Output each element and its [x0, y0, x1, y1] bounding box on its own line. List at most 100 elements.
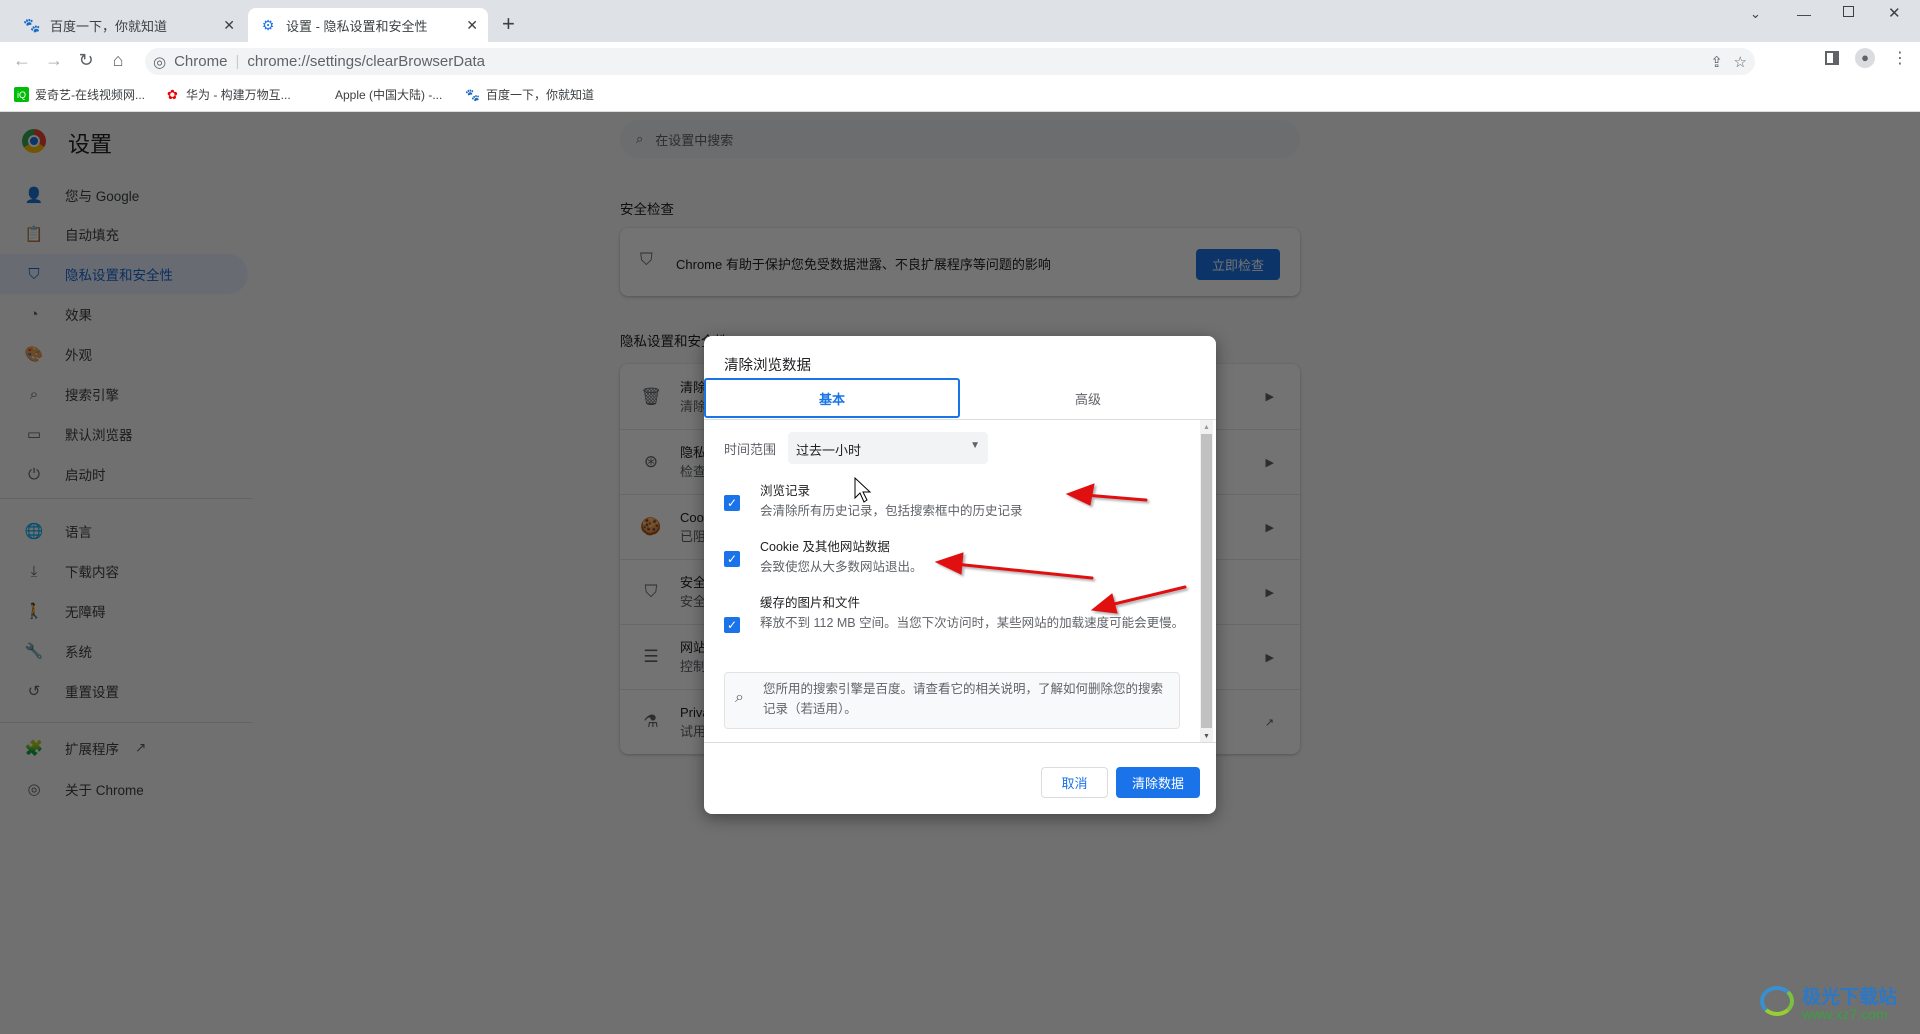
sidebar-item[interactable]: 🔧 系统 — [0, 631, 248, 671]
chevron-right-icon: ▶ — [1265, 521, 1274, 534]
clear-data-button[interactable]: 清除数据 — [1116, 767, 1200, 798]
scrollbar-thumb[interactable] — [1201, 434, 1212, 728]
history-icon: ↺ — [27, 683, 41, 700]
watermark-logo: 极光下载站 www.xz7.com — [1760, 980, 1920, 1030]
sidebar-item[interactable]: ⛉ 隐私设置和安全性 — [0, 254, 248, 294]
row-subtitle: 清除 — [680, 398, 707, 414]
sidebar-item-label: 语言 — [65, 525, 92, 540]
back-button[interactable]: ← — [10, 50, 34, 71]
sidebar-item[interactable]: ⏻ 启动时 — [0, 454, 248, 494]
sidebar-item-label: 下载内容 — [65, 565, 119, 580]
bookmark-apple[interactable]: Apple (中国大陆) -... — [314, 86, 442, 103]
tab-baidu[interactable]: 🐾 百度一下，你就知道 ✕ — [12, 8, 245, 42]
time-range-value: 过去一小时 — [796, 443, 862, 458]
maximize-button[interactable] — [1843, 6, 1854, 17]
time-range-select[interactable]: 过去一小时 ▼ — [788, 432, 988, 464]
sidebar-item[interactable]: 🌐 语言 — [0, 511, 248, 551]
bookmark-iqiyi[interactable]: iQ 爱奇艺-在线视频网... — [14, 86, 145, 103]
row-subtitle: 控制 — [680, 659, 707, 674]
puzzle-icon: 🧩 — [24, 740, 44, 757]
sidebar-item-label: 扩展程序 — [65, 742, 119, 757]
huawei-icon: ✿ — [165, 87, 180, 102]
site-label: Chrome — [174, 53, 228, 70]
tab-search-icon[interactable]: ⌄ — [1750, 6, 1761, 22]
reload-button[interactable]: ↻ — [74, 50, 98, 71]
accessibility-icon: 🚶 — [24, 603, 44, 620]
cancel-button[interactable]: 取消 — [1041, 767, 1108, 798]
check-now-button[interactable]: 立即检查 — [1196, 249, 1280, 280]
tab-title: 设置 - 隐私设置和安全性 — [286, 18, 428, 34]
iqiyi-icon: iQ — [14, 87, 29, 102]
close-tab-icon[interactable]: ✕ — [223, 17, 235, 34]
palette-icon: 🎨 — [24, 346, 44, 363]
safety-check-heading: 安全检查 — [620, 202, 674, 217]
settings-search-input[interactable]: ⌕ 在设置中搜索 — [620, 120, 1300, 158]
scroll-up-icon[interactable]: ▲ — [1203, 424, 1210, 431]
sidebar-item-label: 外观 — [65, 348, 92, 363]
sliders-icon: ☰ — [643, 647, 659, 666]
bookmark-huawei[interactable]: ✿ 华为 - 构建万物互... — [165, 86, 291, 103]
sidebar-item-label: 默认浏览器 — [65, 428, 133, 443]
row-title: 清除 — [680, 379, 707, 395]
chevron-right-icon: ▶ — [1265, 456, 1274, 469]
history-checkbox[interactable]: ✓ — [724, 495, 740, 511]
tab-settings[interactable]: ⚙ 设置 - 隐私设置和安全性 ✕ — [248, 8, 488, 42]
sidebar-item[interactable]: ⤓ 下载内容 — [0, 551, 248, 591]
bookmark-baidu[interactable]: 🐾 百度一下，你就知道 — [465, 86, 594, 103]
sidebar-divider — [0, 722, 252, 723]
sidebar-item[interactable]: ◔ 效果 — [0, 294, 248, 334]
safety-check-card: ⛉ Chrome 有助于保护您免受数据泄露、不良扩展程序等问题的影响 立即检查 — [620, 228, 1300, 296]
sidebar-item[interactable]: ⌕ 搜索引擎 — [0, 374, 248, 414]
forward-button[interactable]: → — [42, 50, 66, 71]
sidebar-item-label: 自动填充 — [65, 228, 119, 243]
chevron-right-icon: ▶ — [1265, 651, 1274, 664]
shield-icon: ⛉ — [644, 582, 658, 601]
new-tab-button[interactable]: + — [502, 11, 515, 37]
sidebar-item[interactable]: ▭ 默认浏览器 — [0, 414, 248, 454]
tab-basic[interactable]: 基本 — [704, 378, 960, 418]
minimize-button[interactable]: — — [1797, 6, 1811, 22]
sidebar-item[interactable]: ◎ 关于 Chrome — [0, 769, 248, 809]
dropdown-arrow-icon: ▼ — [970, 440, 980, 451]
sidebar-item[interactable]: ↺ 重置设置 — [0, 671, 248, 711]
tab-advanced[interactable]: 高级 — [960, 378, 1216, 418]
close-tab-icon[interactable]: ✕ — [466, 17, 478, 34]
cache-option: 缓存的图片和文件 释放不到 112 MB 空间。当您下次访问时，某些网站的加载速度… — [760, 594, 1192, 633]
row-title: 安全 — [680, 575, 707, 590]
menu-icon[interactable]: ⋮ — [1892, 48, 1908, 68]
sidebar-item[interactable]: 👤 您与 Google — [0, 175, 248, 215]
sidebar-item[interactable]: 🧩 扩展程序 ↗ — [0, 728, 248, 768]
sidebar-item-label: 无障碍 — [65, 605, 106, 620]
wrench-icon: 🔧 — [24, 643, 44, 660]
watermark-name: 极光下载站 — [1802, 987, 1898, 1008]
flask-icon: ⚗ — [643, 712, 659, 731]
sidebar-item-label: 搜索引擎 — [65, 388, 119, 403]
sidebar-item-label: 启动时 — [65, 468, 106, 483]
row-subtitle: 安全 — [680, 594, 707, 609]
sidebar-item[interactable]: 📋 自动填充 — [0, 214, 248, 254]
profile-avatar[interactable]: ● — [1855, 48, 1875, 68]
scrollbar[interactable]: ▲ ▼ — [1200, 420, 1213, 742]
shield-icon: ⛉ — [640, 250, 653, 269]
toolbar: ← → ↻ ⌂ ◎ Chrome | chrome://settings/cle… — [0, 42, 1920, 80]
scroll-down-icon[interactable]: ▼ — [1203, 733, 1210, 740]
home-button[interactable]: ⌂ — [106, 50, 130, 71]
watermark-swirl-icon — [1760, 986, 1794, 1016]
close-window-button[interactable]: ✕ — [1888, 4, 1901, 22]
sidebar-item[interactable]: 🚶 无障碍 — [0, 591, 248, 631]
address-bar[interactable]: ◎ Chrome | chrome://settings/clearBrowse… — [145, 48, 1755, 75]
page-title: 设置 — [68, 132, 113, 157]
browser-icon: ▭ — [26, 426, 42, 443]
option-title: 缓存的图片和文件 — [760, 596, 861, 610]
cache-checkbox[interactable]: ✓ — [724, 617, 740, 633]
side-panel-icon[interactable] — [1825, 51, 1839, 65]
share-icon[interactable]: ⇪ — [1710, 53, 1723, 71]
sidebar-item[interactable]: 🎨 外观 — [0, 334, 248, 374]
bookmark-label: 华为 - 构建万物互... — [186, 88, 291, 102]
chrome-icon: ◎ — [27, 781, 41, 798]
bookmark-label: Apple (中国大陆) -... — [335, 88, 443, 102]
star-icon[interactable]: ☆ — [1734, 53, 1747, 71]
sidebar-item-label: 您与 Google — [65, 189, 140, 204]
cookies-checkbox[interactable]: ✓ — [724, 551, 740, 567]
baidu-paw-icon: 🐾 — [23, 16, 41, 33]
